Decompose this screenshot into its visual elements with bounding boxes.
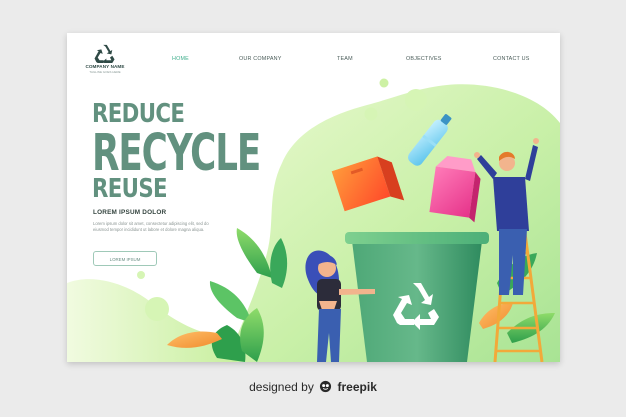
bubble [379,78,389,88]
main-nav: HOME OUR COMPANY TEAM OBJECTIVES CONTACT… [67,56,560,66]
nav-our-company[interactable]: OUR COMPANY [239,56,282,62]
recycle-bin [345,232,489,362]
bubble [137,271,145,279]
hero-body-text: Lorem ipsum dolor sit amet, consectetur … [93,221,209,233]
nav-contact-us[interactable]: CONTACT US [493,56,530,62]
landing-page-card: COMPANY NAME TAGLINE GOES HERE HOME OUR … [67,33,560,362]
background-blob-left [67,279,237,362]
cta-button[interactable]: LOREM IPSUM [93,251,157,266]
bubble [405,89,427,111]
headline-reuse: REUSE [92,174,168,204]
nav-home[interactable]: HOME [172,56,189,62]
bubble [145,297,169,321]
nav-team[interactable]: TEAM [337,56,353,62]
freepik-logo-icon [320,380,332,393]
bubble [364,107,378,121]
nav-objectives[interactable]: OBJECTIVES [406,56,442,62]
credit-prefix: designed by [249,380,314,394]
credit-brand[interactable]: freepik [338,380,377,394]
hero-subheading: LOREM IPSUM DOLOR [93,209,167,216]
attribution: designed by freepik [0,380,626,394]
company-tagline: TAGLINE GOES HERE [89,70,121,74]
